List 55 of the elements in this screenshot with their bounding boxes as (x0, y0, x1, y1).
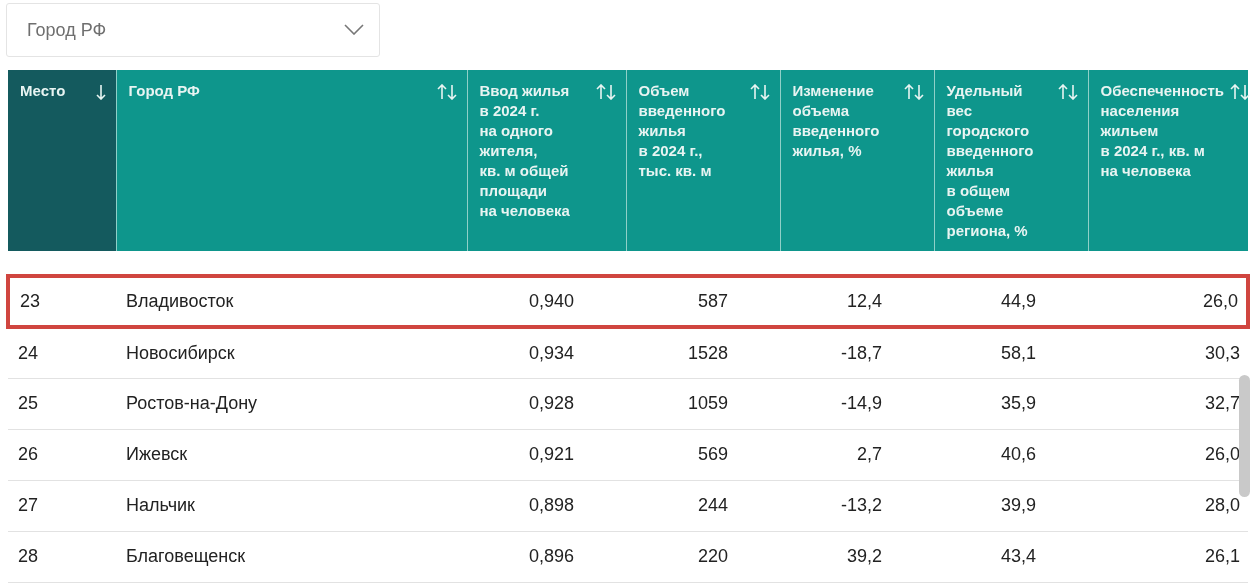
value-cell: 1528 (626, 327, 780, 378)
rank-cell: 27 (8, 480, 116, 531)
rank-cell: 24 (8, 327, 116, 378)
value-cell: 43,4 (934, 531, 1088, 582)
value-cell: 0,940 (467, 276, 626, 327)
value-cell: 2,7 (780, 429, 934, 480)
sort-icon (749, 84, 770, 100)
value-cell: 587 (626, 276, 780, 327)
value-cell: -13,2 (780, 480, 934, 531)
column-header[interactable]: Город РФ (116, 70, 467, 251)
value-cell: 26,0 (1088, 276, 1248, 327)
value-cell: 244 (626, 480, 780, 531)
city-cell: Новосибирск (116, 327, 467, 378)
column-header[interactable]: Место (8, 70, 116, 251)
column-header[interactable]: Изменение объема введенного жилья, % (780, 70, 934, 251)
sort-icon (903, 84, 924, 100)
sort-down-icon (95, 84, 106, 100)
city-cell: Владивосток (116, 276, 467, 327)
sort-icon (1057, 84, 1078, 100)
city-dropdown-field[interactable]: Город РФ (6, 3, 380, 57)
column-header[interactable]: Удельный вес городского введенного жилья в общем объеме региона, % (934, 70, 1088, 251)
sort-icon (595, 84, 616, 100)
city-cell: Благовещенск (116, 531, 467, 582)
sort-icon (436, 84, 457, 100)
value-cell: 35,9 (934, 378, 1088, 429)
value-cell: 0,928 (467, 378, 626, 429)
value-cell: 58,1 (934, 327, 1088, 378)
value-cell: 0,896 (467, 531, 626, 582)
value-cell: 0,921 (467, 429, 626, 480)
value-cell: 44,9 (934, 276, 1088, 327)
city-cell: Нальчик (116, 480, 467, 531)
rank-cell: 28 (8, 531, 116, 582)
city-cell: Ижевск (116, 429, 467, 480)
rank-cell: 23 (8, 276, 116, 327)
value-cell: 0,898 (467, 480, 626, 531)
value-cell: -18,7 (780, 327, 934, 378)
rank-cell: 25 (8, 378, 116, 429)
value-cell: 0,934 (467, 327, 626, 378)
value-cell: -14,9 (780, 378, 934, 429)
value-cell: 26,1 (1088, 531, 1248, 582)
rank-cell: 26 (8, 429, 116, 480)
scrollbar-thumb[interactable] (1239, 375, 1250, 497)
chevron-down-icon (344, 24, 364, 35)
sort-icon (1230, 84, 1250, 100)
value-cell: 39,2 (780, 531, 934, 582)
column-header[interactable]: Объем введенного жилья в 2024 г., тыс. кв. м (626, 70, 780, 251)
value-cell: 220 (626, 531, 780, 582)
city-cell: Ростов-на-Дону (116, 378, 467, 429)
column-header[interactable]: Обеспеченность населения жильем в 2024 г., кв. м на человека (1088, 70, 1248, 251)
value-cell: 39,9 (934, 480, 1088, 531)
value-cell: 1059 (626, 378, 780, 429)
value-cell: 12,4 (780, 276, 934, 327)
value-cell: 569 (626, 429, 780, 480)
value-cell: 40,6 (934, 429, 1088, 480)
column-header[interactable]: Ввод жилья в 2024 г. на одного жителя, кв. м общей площади на человека (467, 70, 626, 251)
